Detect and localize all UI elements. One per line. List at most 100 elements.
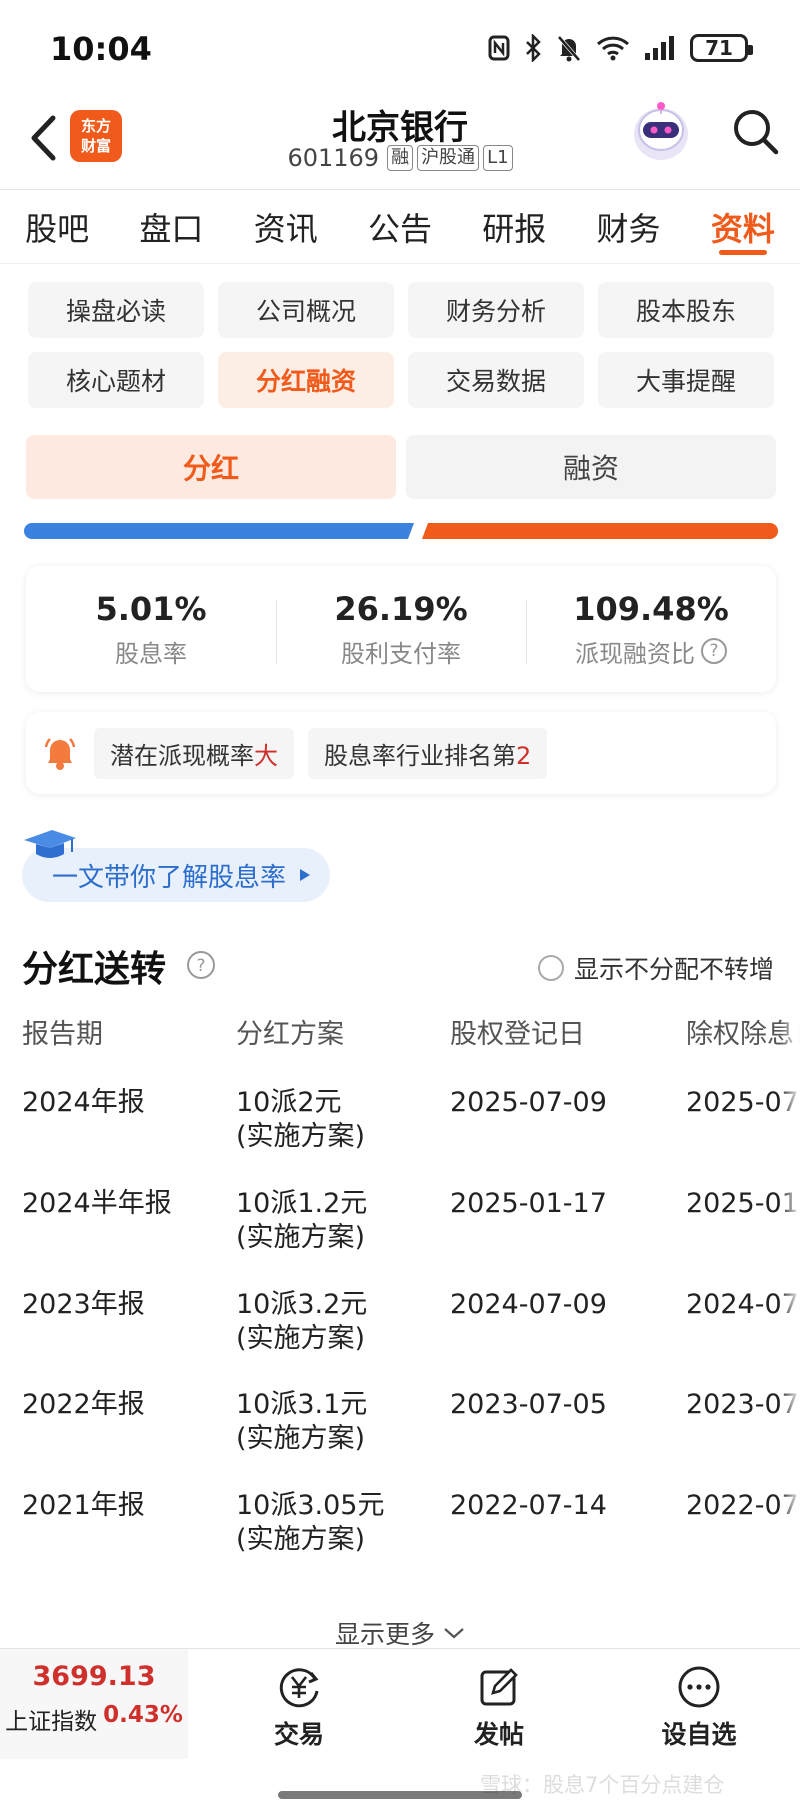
show-non-distribution-toggle[interactable]: 显示不分配不转增	[538, 950, 774, 986]
cell-plan: 10派1.2元 (实施方案)	[236, 1188, 368, 1253]
financing-bar	[422, 523, 778, 539]
edit-post-icon	[480, 1668, 518, 1706]
show-more-label: 显示更多	[334, 1620, 435, 1649]
stat-payout-ratio: 26.19% 股利支付率	[276, 590, 526, 669]
nav-label: 交易	[273, 1720, 324, 1749]
cell-period: 2023年报	[22, 1289, 145, 1320]
tab-profile[interactable]: 资料	[686, 190, 800, 263]
search-button[interactable]	[728, 104, 784, 160]
stat-label: 派现融资比 ?	[526, 634, 776, 669]
subtab-shareholders[interactable]: 股本股东	[598, 282, 774, 338]
cell-period: 2024半年报	[22, 1188, 172, 1219]
bluetooth-icon	[526, 34, 541, 62]
cell-plan: 10派3.1元 (实施方案)	[236, 1389, 368, 1454]
chevron-down-icon	[444, 1628, 464, 1639]
dividend-table[interactable]: 报告期 分红方案 股权登记日 除权除息日 2024年报 10派2元(实施方案) …	[0, 1010, 800, 1570]
toggle-label: 显示不分配不转增	[574, 955, 775, 984]
guide-link-label: 一文带你了解股息率	[52, 862, 287, 893]
financing-segment[interactable]: 融资	[406, 435, 776, 499]
subtab-events[interactable]: 大事提醒	[598, 352, 774, 408]
market-index-widget[interactable]: 3699.13 上证指数 0.43%	[0, 1649, 188, 1759]
wifi-icon	[596, 36, 630, 61]
cell-record-date: 2025-07-09	[450, 1087, 607, 1118]
table-row[interactable]: 2024半年报 10派1.2元(实施方案) 2025-01-17 2025-01…	[0, 1187, 800, 1287]
tab-research[interactable]: 研报	[457, 190, 571, 263]
dividend-segment[interactable]: 分红	[26, 435, 396, 499]
cell-plan: 10派2元 (实施方案)	[236, 1087, 366, 1152]
dividend-bar	[24, 523, 414, 539]
stat-label: 股息率	[115, 639, 187, 668]
level-tag: L1	[483, 145, 513, 171]
cell-record-date: 2022-07-14	[450, 1490, 607, 1521]
bell-icon	[44, 738, 76, 770]
app-header: 东方 财富 北京银行 601169 融 沪股通 L1	[0, 96, 800, 190]
connect-tag: 沪股通	[417, 145, 480, 171]
status-bar: 10:04 71	[0, 0, 800, 96]
nfc-icon	[488, 35, 510, 61]
table-row[interactable]: 2024年报 10派2元(实施方案) 2025-07-09 2025-07-10	[0, 1086, 800, 1186]
stat-value: 5.01%	[95, 589, 207, 628]
index-value: 3699.13	[32, 1661, 156, 1692]
radio-button[interactable]	[538, 955, 564, 981]
subtab-trading-data[interactable]: 交易数据	[408, 352, 584, 408]
table-row[interactable]: 2022年报 10派3.1元(实施方案) 2023-07-05 2023-07-…	[0, 1388, 800, 1488]
main-tabs: 股吧 盘口 资讯 公告 研报 财务 资料	[0, 190, 800, 264]
index-change: 0.43%	[103, 1702, 183, 1728]
stock-code: 601169	[287, 144, 380, 172]
nav-trade[interactable]: 交易	[244, 1663, 354, 1751]
table-row[interactable]: 2023年报 10派3.2元(实施方案) 2024-07-09 2024-07-…	[0, 1288, 800, 1388]
tab-announcements[interactable]: 公告	[343, 190, 457, 263]
cell-plan: 10派3.05元 (实施方案)	[236, 1490, 385, 1555]
cell-plan: 10派3.2元 (实施方案)	[236, 1289, 368, 1354]
robot-icon	[634, 102, 688, 160]
mute-icon	[557, 35, 581, 62]
svg-text:?: ?	[196, 956, 205, 976]
section-title: 分红送转	[22, 949, 167, 990]
index-name: 上证指数	[5, 1709, 98, 1735]
cell-period: 2021年报	[22, 1490, 145, 1521]
nav-label: 发帖	[473, 1720, 524, 1749]
section-help-icon[interactable]: ?	[186, 950, 216, 980]
nav-label: 设自选	[661, 1720, 737, 1749]
dividend-stats-card: 5.01% 股息率 26.19% 股利支付率 109.48% 派现融资比 ?	[26, 566, 776, 692]
help-icon[interactable]: ?	[701, 638, 727, 664]
header-record-date: 股权登记日	[450, 1019, 585, 1050]
stat-value: 26.19%	[334, 589, 468, 628]
dividend-financing-ratio-bar	[24, 523, 778, 539]
dividend-financing-switch: 分红 融资	[26, 435, 776, 499]
tab-pankou[interactable]: 盘口	[114, 190, 228, 263]
stat-value: 109.48%	[573, 589, 729, 628]
tab-news[interactable]: 资讯	[229, 190, 343, 263]
stat-dividend-yield: 5.01% 股息率	[26, 590, 276, 669]
cell-period: 2024年报	[22, 1087, 145, 1118]
notice-card: 潜在派现概率大 股息率行业排名第2	[26, 712, 776, 794]
subtab-must-read[interactable]: 操盘必读	[28, 282, 204, 338]
home-indicator[interactable]	[278, 1791, 522, 1799]
cell-record-date: 2023-07-05	[450, 1389, 607, 1420]
cell-record-date: 2024-07-09	[450, 1289, 607, 1320]
notice-yield-rank[interactable]: 股息率行业排名第2	[308, 727, 548, 779]
tab-guba[interactable]: 股吧	[0, 190, 114, 263]
stat-label: 股利支付率	[341, 639, 461, 668]
subtab-company-overview[interactable]: 公司概况	[218, 282, 394, 338]
show-more-button[interactable]: 显示更多	[0, 1615, 800, 1651]
subtab-financial-analysis[interactable]: 财务分析	[408, 282, 584, 338]
tab-finance[interactable]: 财务	[571, 190, 685, 263]
signal-icon	[645, 36, 674, 60]
cell-record-date: 2025-01-17	[450, 1188, 607, 1219]
subtab-dividend-financing[interactable]: 分红融资	[218, 352, 394, 408]
status-time: 10:04	[50, 30, 152, 68]
table-row[interactable]: 2021年报 10派3.05元(实施方案) 2022-07-14 2022-07…	[0, 1489, 800, 1570]
trade-yuan-icon	[279, 1668, 319, 1708]
stat-cash-financing-ratio: 109.48% 派现融资比 ?	[526, 590, 776, 669]
subtab-core-themes[interactable]: 核心题材	[28, 352, 204, 408]
nav-add-watchlist[interactable]: 设自选	[644, 1663, 754, 1751]
graduation-cap-icon	[24, 830, 76, 858]
nav-post[interactable]: 发帖	[444, 1663, 554, 1751]
search-icon	[734, 110, 779, 155]
notice-payout-probability[interactable]: 潜在派现概率大	[94, 727, 294, 779]
header-period: 报告期	[22, 1019, 103, 1050]
robot-assistant-avatar[interactable]	[628, 96, 694, 166]
header-plan: 分红方案	[236, 1019, 344, 1050]
profile-subtabs: 操盘必读 公司概况 财务分析 股本股东 核心题材 分红融资 交易数据 大事提醒	[28, 282, 774, 408]
